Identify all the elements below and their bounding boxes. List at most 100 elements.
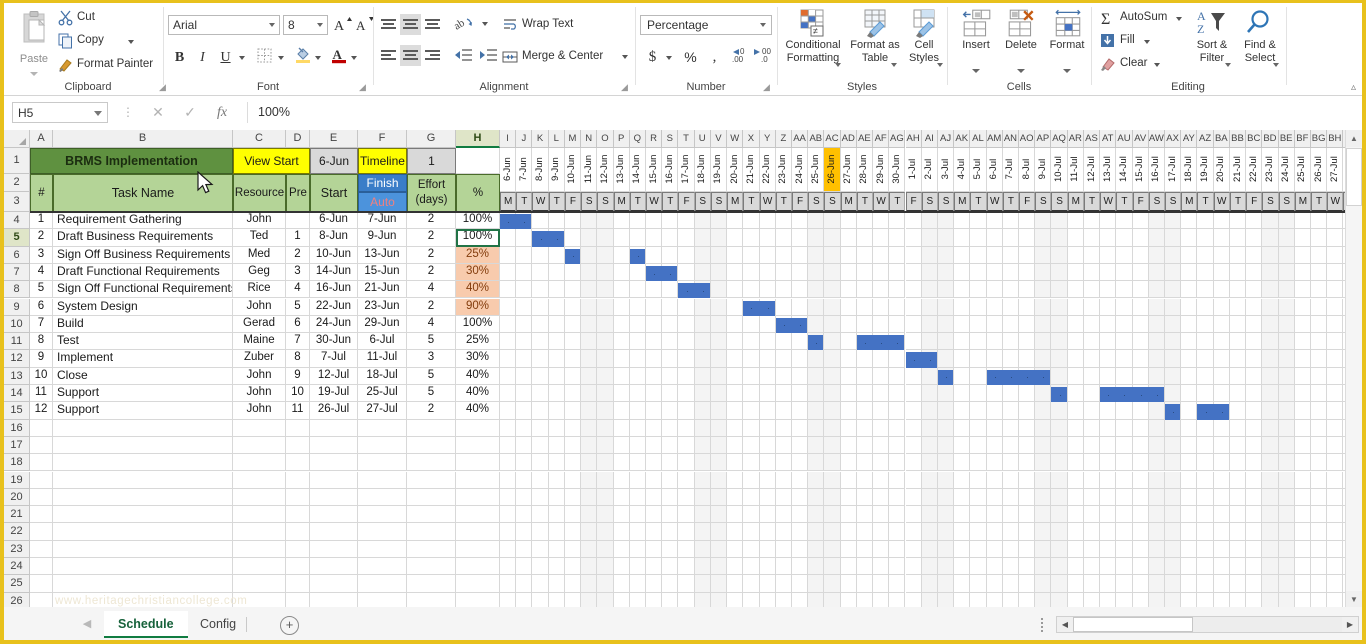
- timeline-cell[interactable]: [1279, 350, 1295, 367]
- timeline-cell[interactable]: [987, 558, 1003, 575]
- timeline-cell[interactable]: [1181, 558, 1197, 575]
- timeline-cell[interactable]: [1116, 247, 1132, 264]
- task-pre-cell[interactable]: 10: [286, 385, 310, 402]
- timeline-cell[interactable]: [1051, 350, 1067, 367]
- empty-cell[interactable]: [53, 558, 233, 575]
- timeline-cell[interactable]: [1100, 333, 1116, 350]
- timeline-cell[interactable]: [1246, 385, 1262, 402]
- row-header-14[interactable]: 14: [4, 385, 30, 402]
- timeline-cell[interactable]: [1084, 368, 1100, 385]
- timeline-cell[interactable]: [954, 316, 970, 333]
- task-resource-cell[interactable]: Gerad: [233, 316, 286, 333]
- timeline-cell[interactable]: [1197, 368, 1213, 385]
- timeline-cell[interactable]: [1035, 420, 1051, 437]
- gantt-bar[interactable]: [532, 231, 563, 246]
- timeline-cell[interactable]: [1262, 299, 1278, 316]
- timeline-cell[interactable]: [792, 229, 808, 246]
- timeline-cell[interactable]: [1068, 299, 1084, 316]
- timeline-cell[interactable]: [1165, 523, 1181, 540]
- timeline-cell[interactable]: [1019, 489, 1035, 506]
- orientation-dropdown-arrow[interactable]: [482, 22, 488, 26]
- timeline-cell[interactable]: [1295, 575, 1311, 592]
- timeline-cell[interactable]: [1181, 541, 1197, 558]
- timeline-cell[interactable]: [792, 385, 808, 402]
- timeline-cell[interactable]: [1133, 523, 1149, 540]
- timeline-cell[interactable]: [1051, 229, 1067, 246]
- timeline-cell[interactable]: [792, 350, 808, 367]
- column-header-C[interactable]: C: [233, 130, 286, 148]
- timeline-date-header-26-Jun[interactable]: 26-Jun: [824, 148, 840, 192]
- timeline-cell[interactable]: [1279, 523, 1295, 540]
- timeline-cell[interactable]: [549, 506, 565, 523]
- timeline-cell[interactable]: [565, 316, 581, 333]
- timeline-cell[interactable]: [662, 437, 678, 454]
- timeline-cell[interactable]: [938, 316, 954, 333]
- timeline-weekday-header-7[interactable]: M: [614, 192, 630, 212]
- timeline-weekday-header-19[interactable]: S: [808, 192, 824, 212]
- task-finish-cell[interactable]: 18-Jul: [358, 368, 407, 385]
- task-percent-cell[interactable]: 40%: [456, 385, 500, 402]
- empty-cell[interactable]: [30, 420, 53, 437]
- timeline-cell[interactable]: [565, 558, 581, 575]
- timeline-cell[interactable]: [1084, 299, 1100, 316]
- timeline-cell[interactable]: [678, 489, 694, 506]
- column-header-U[interactable]: U: [695, 130, 711, 148]
- align-left-button[interactable]: [378, 45, 399, 66]
- timeline-cell[interactable]: [857, 247, 873, 264]
- timeline-cell[interactable]: [1262, 385, 1278, 402]
- timeline-cell[interactable]: [1068, 212, 1084, 229]
- timeline-cell[interactable]: [1003, 316, 1019, 333]
- timeline-cell[interactable]: [938, 437, 954, 454]
- timeline-cell[interactable]: [824, 454, 840, 471]
- timeline-cell[interactable]: [581, 593, 597, 608]
- merge-center-button[interactable]: Merge & Center: [499, 47, 603, 66]
- timeline-cell[interactable]: [987, 229, 1003, 246]
- timeline-cell[interactable]: [646, 558, 662, 575]
- timeline-cell[interactable]: [1149, 420, 1165, 437]
- timeline-cell[interactable]: [646, 472, 662, 489]
- timeline-cell[interactable]: [906, 437, 922, 454]
- timeline-cell[interactable]: [792, 472, 808, 489]
- fill-color-button[interactable]: [292, 46, 313, 67]
- clear-button[interactable]: Clear: [1098, 54, 1147, 73]
- timeline-cell[interactable]: [906, 558, 922, 575]
- timeline-date-header-9-Jun[interactable]: 9-Jun: [549, 148, 565, 192]
- timeline-cell[interactable]: [873, 281, 889, 298]
- timeline-cell[interactable]: [1165, 593, 1181, 608]
- column-header-V[interactable]: V: [711, 130, 727, 148]
- timeline-cell[interactable]: [1214, 558, 1230, 575]
- timeline-value-cell[interactable]: 1: [407, 148, 456, 174]
- timeline-cell[interactable]: [1181, 472, 1197, 489]
- timeline-cell[interactable]: [857, 385, 873, 402]
- timeline-cell[interactable]: [1165, 229, 1181, 246]
- timeline-cell[interactable]: [1165, 264, 1181, 281]
- timeline-cell[interactable]: [938, 541, 954, 558]
- timeline-cell[interactable]: [938, 333, 954, 350]
- timeline-cell[interactable]: [646, 247, 662, 264]
- timeline-cell[interactable]: [1165, 506, 1181, 523]
- timeline-cell[interactable]: [516, 489, 532, 506]
- gantt-bar[interactable]: [1051, 387, 1066, 402]
- task-start-cell[interactable]: 7-Jul: [310, 350, 358, 367]
- timeline-cell[interactable]: [824, 212, 840, 229]
- header-start-cell[interactable]: Start: [310, 174, 358, 212]
- scroll-right-button[interactable]: ▶: [1342, 617, 1358, 632]
- timeline-cell[interactable]: [532, 420, 548, 437]
- empty-cell[interactable]: [456, 558, 500, 575]
- timeline-cell[interactable]: [841, 506, 857, 523]
- timeline-cell[interactable]: [857, 489, 873, 506]
- timeline-cell[interactable]: [532, 437, 548, 454]
- gantt-bar[interactable]: [500, 214, 531, 229]
- timeline-cell[interactable]: [808, 420, 824, 437]
- task-pre-cell[interactable]: 1: [286, 229, 310, 246]
- sort-filter-dropdown-arrow[interactable]: [1225, 63, 1231, 67]
- timeline-date-header-21-Jul[interactable]: 21-Jul: [1230, 148, 1246, 192]
- task-start-cell[interactable]: 6-Jun: [310, 212, 358, 229]
- timeline-cell[interactable]: [857, 316, 873, 333]
- timeline-cell[interactable]: [987, 247, 1003, 264]
- timeline-cell[interactable]: [1051, 558, 1067, 575]
- timeline-cell[interactable]: [792, 247, 808, 264]
- timeline-cell[interactable]: [922, 212, 938, 229]
- task-effort-cell[interactable]: 3: [407, 350, 456, 367]
- timeline-cell[interactable]: [678, 593, 694, 608]
